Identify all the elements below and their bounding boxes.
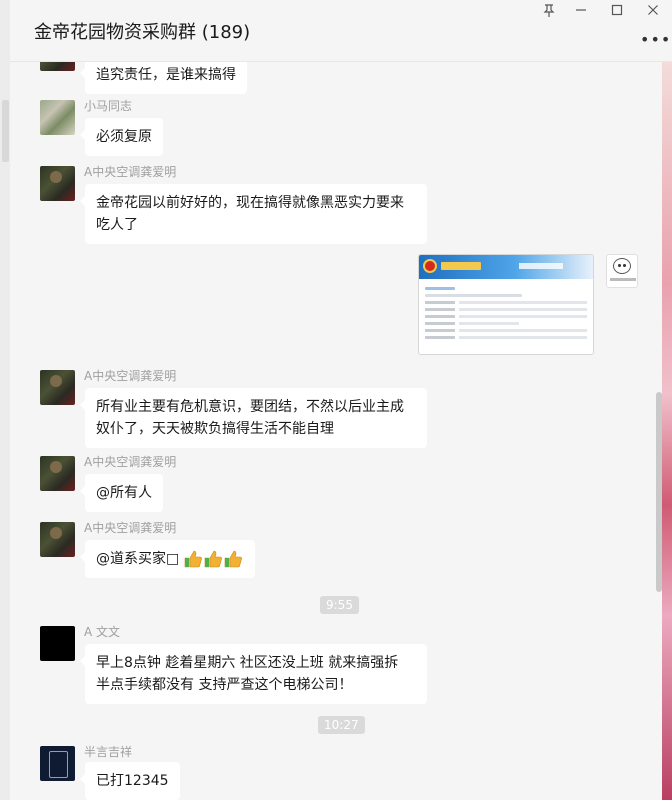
message-bubble[interactable]: 必须复原 [80, 118, 163, 156]
minimize-icon[interactable] [572, 4, 590, 22]
sticker-image[interactable] [606, 254, 638, 288]
right-edge [656, 62, 672, 800]
message-bubble[interactable]: 已打12345 [80, 762, 180, 800]
message-bubble[interactable]: @所有人 [80, 474, 163, 512]
left-scroll-thumb[interactable] [2, 100, 9, 162]
avatar[interactable] [40, 522, 75, 557]
left-panel-strip [0, 0, 10, 800]
avatar[interactable] [40, 456, 75, 491]
avatar[interactable] [40, 62, 75, 71]
sender-name: A中央空调龚爱明 [84, 521, 177, 535]
sender-name: A中央空调龚爱明 [84, 165, 177, 179]
group-title: 金帝花园物资采购群 (189) [34, 22, 251, 43]
close-icon[interactable] [644, 4, 662, 22]
pin-icon[interactable] [540, 4, 558, 22]
avatar[interactable] [40, 370, 75, 405]
avatar[interactable] [40, 746, 75, 781]
sender-name: A中央空调龚爱明 [84, 455, 177, 469]
sender-name: 小马同志 [84, 99, 133, 113]
sender-name: A中央空调龚爱明 [84, 369, 177, 383]
sender-name: 半言吉祥 [84, 745, 133, 759]
message-bubble[interactable]: 早上8点钟 趁着星期六 社区还没上班 就来搞强拆 半点手续都没有 支持严查这个电… [80, 644, 427, 704]
message-bubble[interactable]: 追究责任，是谁来搞得 [80, 62, 247, 94]
message-text: @道系买家□ [96, 551, 180, 567]
message-bubble[interactable]: 所有业主要有危机意识，要团结，不然以后业主成奴仆了，天天被欺负搞得生活不能自理 [80, 388, 427, 448]
timestamp-divider: 9:55 [320, 596, 359, 614]
message-bubble[interactable]: 金帝花园以前好好的，现在搞得就像黑恶实力要来吃人了 [80, 184, 427, 244]
sender-name: A 文文 [84, 625, 121, 639]
maximize-icon[interactable] [608, 4, 626, 22]
thumbs-up-icon [184, 550, 243, 568]
avatar[interactable] [40, 166, 75, 201]
avatar[interactable] [40, 100, 75, 135]
chat-header: 金帝花园物资采购群 (189) ••• [10, 0, 672, 62]
message-list[interactable]: 追究责任，是谁来搞得 小马同志 必须复原 A中央空调龚爱明 金帝花园以前好好的，… [10, 62, 656, 800]
screenshot-image[interactable] [418, 254, 594, 355]
more-options-icon[interactable]: ••• [640, 30, 671, 49]
message-bubble[interactable]: @道系买家□ [79, 540, 256, 578]
background-window-edge [662, 62, 672, 800]
avatar[interactable] [40, 626, 75, 661]
timestamp-divider: 10:27 [318, 716, 365, 734]
